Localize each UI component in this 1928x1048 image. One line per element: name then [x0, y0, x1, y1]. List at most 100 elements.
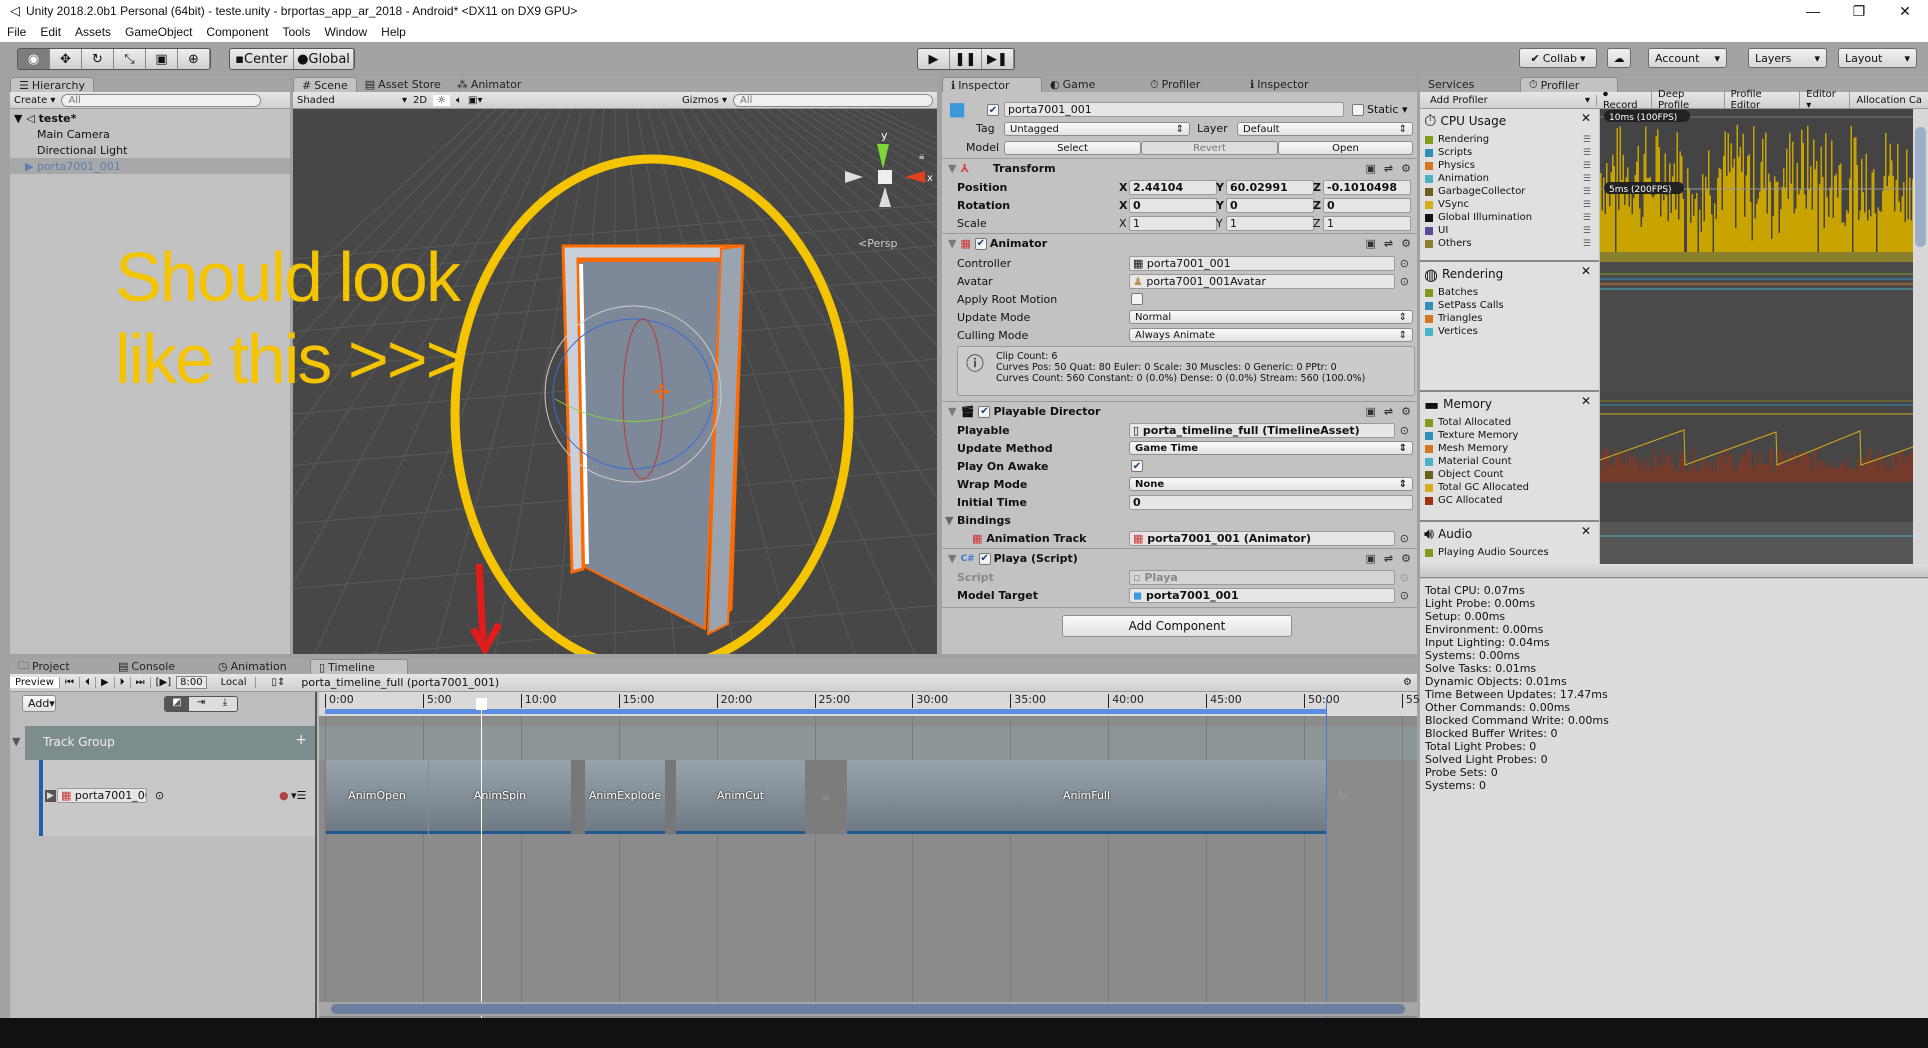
- position-y-input[interactable]: 60.02991: [1226, 179, 1314, 195]
- effects-toggle-icon[interactable]: ▣▾: [468, 95, 482, 106]
- update-method-dropdown[interactable]: Game Time ⇕: [1129, 441, 1413, 455]
- tab-scene[interactable]: # Scene: [293, 77, 357, 92]
- update-mode-dropdown[interactable]: Normal ⇕: [1129, 310, 1413, 324]
- add-component-button[interactable]: Add Component: [1062, 615, 1292, 637]
- close-module-icon[interactable]: ✕: [1581, 111, 1591, 125]
- revert-button[interactable]: Revert: [1141, 141, 1278, 155]
- animation-track-binding-field[interactable]: ▦ porta7001_001 (Animator): [1129, 530, 1395, 546]
- static-checkbox[interactable]: [1352, 104, 1364, 116]
- tab-animation[interactable]: ◷ Animation: [210, 659, 310, 674]
- goto-start-icon[interactable]: ⏮: [60, 677, 80, 688]
- drag-handle-icon[interactable]: ☰: [1583, 135, 1591, 145]
- transform-header[interactable]: ▼ ⅄ Transform ▣ ⇌ ⚙: [942, 158, 1417, 178]
- scale-y-input[interactable]: 1: [1226, 215, 1314, 231]
- tab-profiler[interactable]: ⏱ Profiler: [1142, 77, 1242, 92]
- scrollbar-thumb[interactable]: [331, 1004, 1405, 1014]
- axis-z-label[interactable]: Z: [1313, 217, 1321, 230]
- frame-input[interactable]: 8:00: [176, 676, 207, 689]
- help-icon[interactable]: ▣: [1366, 405, 1376, 418]
- help-icon[interactable]: ▣: [1366, 162, 1376, 175]
- culling-mode-dropdown[interactable]: Always Animate ⇕: [1129, 328, 1413, 342]
- foldout-arrow-icon[interactable]: ▼: [945, 514, 953, 527]
- object-picker-icon[interactable]: ⊙: [1400, 532, 1409, 545]
- position-z-input[interactable]: -0.1010498: [1323, 179, 1411, 195]
- next-frame-icon[interactable]: ⏵: [115, 677, 131, 688]
- legend-item[interactable]: Global Illumination ☰: [1420, 211, 1599, 224]
- object-picker-icon[interactable]: ⊙: [1400, 257, 1409, 270]
- pause-button[interactable]: ❚❚: [950, 49, 982, 69]
- object-name-input[interactable]: porta7001_001: [1004, 102, 1344, 117]
- drag-handle-icon[interactable]: ☰: [1583, 148, 1591, 158]
- drag-handle-icon[interactable]: ☰: [1583, 161, 1591, 171]
- tab-timeline[interactable]: ▯ Timeline: [310, 659, 408, 674]
- allocation-callstacks-toggle[interactable]: Allocation Ca: [1850, 95, 1928, 106]
- tab-hierarchy[interactable]: ☰ Hierarchy: [10, 77, 95, 92]
- legend-item[interactable]: Mesh Memory: [1420, 442, 1599, 455]
- add-track-button[interactable]: Add ▾: [22, 695, 56, 712]
- legend-item[interactable]: Vertices: [1420, 325, 1599, 338]
- animator-header[interactable]: ▼ ▦ ✔ Animator ▣ ⇌ ⚙: [942, 233, 1417, 253]
- clip-animspin[interactable]: AnimSpin: [429, 760, 571, 834]
- legend-item[interactable]: Total Allocated: [1420, 416, 1599, 429]
- legend-item[interactable]: Others ☰: [1420, 237, 1599, 250]
- 2d-toggle[interactable]: 2D: [413, 95, 427, 106]
- step-button[interactable]: ▶❚: [982, 49, 1014, 69]
- gear-icon[interactable]: ⚙: [1401, 237, 1411, 250]
- timeline-tracks-area[interactable]: [319, 692, 1417, 1018]
- tab-services[interactable]: Services: [1420, 77, 1520, 92]
- drag-handle-icon[interactable]: ☰: [1583, 213, 1591, 223]
- menu-component[interactable]: Component: [199, 25, 275, 39]
- close-module-icon[interactable]: ✕: [1581, 264, 1591, 278]
- play-icon[interactable]: ▶: [96, 677, 115, 688]
- rotate-tool-icon[interactable]: ↻: [82, 49, 114, 69]
- playhead[interactable]: [481, 705, 482, 1018]
- end-marker[interactable]: [1326, 698, 1327, 1018]
- help-icon[interactable]: ▣: [1366, 552, 1376, 565]
- scale-tool-icon[interactable]: ⤡: [114, 49, 146, 69]
- tag-dropdown[interactable]: Untagged ⇕: [1004, 122, 1190, 136]
- collapse-arrow-icon[interactable]: ▼: [12, 735, 20, 748]
- close-module-icon[interactable]: ✕: [1581, 524, 1591, 538]
- expand-track-icon[interactable]: ▶: [45, 790, 56, 802]
- clip-animopen[interactable]: AnimOpen: [326, 760, 428, 834]
- shading-mode-dropdown[interactable]: Shaded ▾: [297, 95, 407, 106]
- tab-asset-store[interactable]: ▤ Asset Store: [357, 77, 449, 92]
- hierarchy-item-main-camera[interactable]: Main Camera: [10, 126, 290, 142]
- track-binding-field[interactable]: ▦ porta7001_001: [57, 788, 147, 803]
- legend-item[interactable]: GC Allocated: [1420, 494, 1599, 507]
- record-toggle[interactable]: ⏺ Record: [1597, 89, 1653, 111]
- axis-y-label[interactable]: Y: [1216, 217, 1223, 230]
- legend-item[interactable]: Total GC Allocated: [1420, 481, 1599, 494]
- tab-console[interactable]: ▤ Console: [110, 659, 210, 674]
- foldout-arrow-icon[interactable]: ▼: [948, 162, 956, 175]
- door-model[interactable]: [561, 244, 745, 636]
- legend-item[interactable]: Material Count: [1420, 455, 1599, 468]
- foldout-arrow-icon[interactable]: ▼: [948, 237, 956, 250]
- scale-z-input[interactable]: 1: [1323, 215, 1411, 231]
- object-picker-icon[interactable]: ⊙: [1400, 275, 1409, 288]
- foldout-arrow-icon[interactable]: ▼: [948, 552, 956, 565]
- rotation-x-input[interactable]: 0: [1129, 197, 1217, 213]
- clip-animexplode[interactable]: AnimExplode: [585, 760, 665, 834]
- goto-end-icon[interactable]: ⏭: [131, 677, 151, 688]
- legend-item[interactable]: UI ☰: [1420, 224, 1599, 237]
- rotation-z-input[interactable]: 0: [1323, 197, 1411, 213]
- drag-handle-icon[interactable]: ☰: [1583, 239, 1591, 249]
- clip-animfull[interactable]: AnimFull: [847, 760, 1326, 834]
- preset-icon[interactable]: ⇌: [1384, 405, 1393, 418]
- axis-x-label[interactable]: X: [1119, 181, 1127, 194]
- profiler-graphs[interactable]: 10ms (100FPS) 5ms (200FPS): [1600, 109, 1913, 564]
- menu-window[interactable]: Window: [317, 25, 374, 39]
- close-module-icon[interactable]: ✕: [1581, 394, 1591, 408]
- hierarchy-item-directional-light[interactable]: Directional Light: [10, 142, 290, 158]
- model-target-field[interactable]: ◼ porta7001_001: [1129, 587, 1395, 603]
- object-picker-icon[interactable]: ⊙: [1400, 424, 1409, 437]
- legend-item[interactable]: Object Count: [1420, 468, 1599, 481]
- mix-mode-icon[interactable]: ◩: [165, 697, 189, 711]
- menu-gameobject[interactable]: GameObject: [118, 25, 199, 39]
- target-dropdown[interactable]: Editor ▾: [1800, 89, 1851, 111]
- active-checkbox[interactable]: ✔: [987, 104, 999, 116]
- persp-label[interactable]: <Persp: [858, 237, 897, 250]
- gear-icon[interactable]: ⚙: [1401, 405, 1411, 418]
- move-tool-icon[interactable]: ✥: [50, 49, 82, 69]
